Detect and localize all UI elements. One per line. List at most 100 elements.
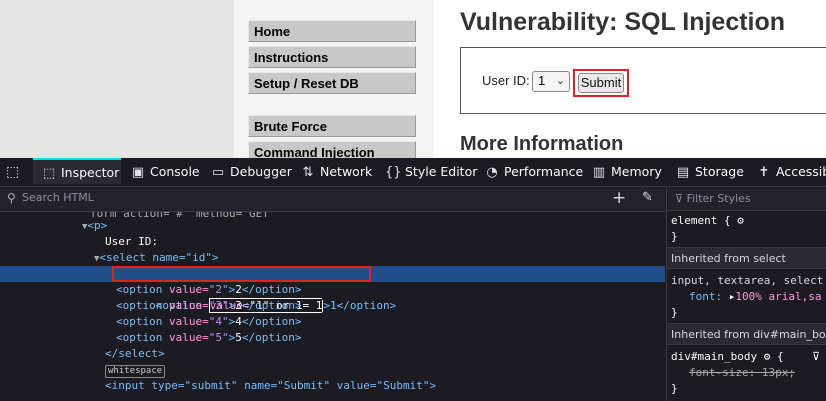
option-value: "4" bbox=[208, 315, 229, 328]
console-icon: ▣ bbox=[131, 165, 145, 180]
tab-inspector[interactable]: ⬚ Inspector bbox=[33, 158, 121, 184]
filter-styles-input[interactable]: ⊽ Filter Styles bbox=[667, 187, 826, 211]
tab-console[interactable]: ▣ Console bbox=[130, 158, 200, 186]
select-close-tag: </select> bbox=[105, 347, 165, 360]
eyedropper-icon[interactable]: ✎ bbox=[642, 190, 653, 205]
select-value: 1 bbox=[538, 73, 546, 88]
font-prop: font: bbox=[689, 290, 723, 303]
rule-fontsize-overridden: font-size: 13px; bbox=[689, 366, 795, 379]
filter-placeholder: Filter Styles bbox=[686, 192, 751, 205]
filter-rule-icon[interactable]: ⊽ bbox=[812, 349, 820, 365]
expand-twisty-icon[interactable]: ▼ bbox=[0, 222, 87, 232]
tab-style-editor[interactable]: {} Style Editor bbox=[385, 158, 477, 186]
search-icon: ⚲ bbox=[7, 191, 16, 205]
menu-setup-reset-db[interactable]: Setup / Reset DB bbox=[248, 72, 416, 94]
submit-button[interactable]: Submit bbox=[578, 73, 624, 93]
tab-storage[interactable]: ▤ Storage bbox=[675, 158, 744, 186]
page-left-margin bbox=[0, 0, 234, 158]
tab-debugger[interactable]: ▭ Debugger bbox=[210, 158, 292, 186]
tab-label: Style Editor bbox=[405, 164, 478, 179]
expand-twisty-icon[interactable]: ▼ bbox=[0, 254, 99, 264]
markup-line-option[interactable]: <option value="3">3</option> bbox=[0, 298, 665, 314]
style-editor-icon: {} bbox=[385, 165, 402, 180]
network-icon: ⇅ bbox=[302, 165, 314, 180]
markup-line-userid[interactable]: User ID: bbox=[0, 234, 665, 250]
tab-label: Memory bbox=[611, 164, 662, 179]
tab-label: Accessibili bbox=[776, 164, 826, 179]
markup-view: form action="#" method="GET" ▼<p> User I… bbox=[0, 212, 665, 401]
font-value: 100% arial,sa bbox=[735, 290, 822, 303]
submit-button-highlight: Submit bbox=[573, 69, 629, 97]
rule-font-decl[interactable]: font: ▸100% arial,sa bbox=[671, 289, 821, 305]
userid-label: User ID: bbox=[482, 73, 530, 88]
markup-line-input[interactable]: <input type="submit" name="Submit" value… bbox=[0, 378, 665, 394]
rule-element-selector: element { bbox=[671, 214, 731, 227]
page-title: Vulnerability: SQL Injection bbox=[460, 8, 786, 36]
inherited-main-header: Inherited from div#main_bod bbox=[667, 323, 826, 345]
userid-select[interactable]: 1 ⌄ bbox=[532, 71, 570, 92]
option-text: 5 bbox=[235, 331, 242, 344]
search-input[interactable]: Search HTML bbox=[22, 191, 94, 204]
html-search-bar: ⚲ Search HTML + ✎ bbox=[0, 187, 665, 212]
select-open-tag: <select name="id"> bbox=[99, 251, 219, 264]
whitespace-badge: whitespace bbox=[105, 365, 166, 378]
option-value: "5" bbox=[208, 331, 229, 344]
markup-line-whitespace[interactable]: whitespace bbox=[0, 362, 665, 378]
rule-close-brace: } bbox=[671, 382, 678, 395]
rule-main-body: div#main_body ⚙ { bbox=[671, 350, 784, 363]
markup-line-option[interactable]: <option value="5">5</option> bbox=[0, 330, 665, 346]
rule-element: element { ⚙ bbox=[671, 213, 744, 229]
devtools-toolbar: ⬚ ⬚ Inspector ▣ Console ▭ Debugger ⇅ Network… bbox=[0, 158, 826, 187]
markup-line-p[interactable]: ▼<p> bbox=[0, 218, 665, 234]
markup-line-select-close[interactable]: </select> bbox=[0, 346, 665, 362]
inherited-select-header: Inherited from select bbox=[667, 247, 826, 269]
option-value: "3" bbox=[208, 299, 229, 312]
rules-panel: ⊽ Filter Styles element { ⚙ } Inherited … bbox=[666, 187, 826, 401]
input-tag: <input type="submit" name="Submit" value… bbox=[105, 379, 437, 392]
markup-line-select[interactable]: ▼<select name="id"> bbox=[0, 250, 665, 266]
p-tag: <p> bbox=[87, 219, 108, 232]
rule-close-brace: } bbox=[671, 230, 678, 243]
accessibility-icon: ✝ bbox=[758, 165, 770, 180]
userid-text: User ID: bbox=[105, 235, 158, 248]
storage-icon: ▤ bbox=[676, 165, 690, 180]
option-value: "2" bbox=[208, 283, 229, 296]
more-information-heading: More Information bbox=[460, 133, 624, 155]
rule-close-brace: } bbox=[671, 306, 678, 319]
menu-instructions[interactable]: Instructions bbox=[248, 46, 416, 68]
tab-network[interactable]: ⇅ Network bbox=[300, 158, 373, 186]
tab-accessibility[interactable]: ✝ Accessibili bbox=[756, 158, 826, 186]
add-node-icon[interactable]: + bbox=[612, 188, 626, 208]
tab-label: Performance bbox=[504, 164, 584, 179]
tab-performance[interactable]: ◔ Performance bbox=[484, 158, 583, 186]
gear-icon[interactable]: ⚙ bbox=[737, 214, 744, 227]
tab-label: Network bbox=[320, 164, 373, 179]
menu-brute-force[interactable]: Brute Force bbox=[248, 115, 416, 137]
menu-command-injection[interactable]: Command Injection bbox=[248, 141, 416, 158]
option-text: 4 bbox=[235, 315, 242, 328]
web-page: Home Instructions Setup / Reset DB Brute… bbox=[0, 0, 826, 158]
tab-label: Inspector bbox=[61, 165, 120, 180]
inspector-icon: ⬚ bbox=[42, 166, 56, 181]
chevron-down-icon: ⌄ bbox=[555, 75, 565, 87]
markup-line-option-selected[interactable]: <option value="1" or 1= 1>1</option> bbox=[0, 266, 665, 313]
tab-label: Debugger bbox=[230, 164, 292, 179]
markup-line-option[interactable]: <option value="4">4</option> bbox=[0, 314, 665, 330]
main-body-selector: div#main_body bbox=[671, 350, 758, 363]
tab-label: Storage bbox=[695, 164, 744, 179]
tab-label: Console bbox=[150, 164, 200, 179]
option-text: 3 bbox=[235, 299, 242, 312]
menu-home[interactable]: Home bbox=[248, 20, 416, 42]
gear-icon[interactable]: ⚙ bbox=[764, 350, 771, 363]
element-picker-icon[interactable]: ⬚ bbox=[6, 163, 24, 181]
performance-icon: ◔ bbox=[486, 165, 498, 180]
devtools-panel: ⬚ ⬚ Inspector ▣ Console ▭ Debugger ⇅ Network… bbox=[0, 158, 826, 401]
memory-icon: ▥ bbox=[592, 165, 606, 180]
rule-selector-inputs: input, textarea, select bbox=[671, 274, 824, 287]
tab-memory[interactable]: ▥ Memory bbox=[591, 158, 662, 186]
selected-option-highlight bbox=[112, 266, 371, 282]
option-text: 2 bbox=[235, 283, 242, 296]
markup-line-option[interactable]: <option value="2">2</option> bbox=[0, 282, 665, 298]
filter-icon: ⊽ bbox=[675, 192, 687, 205]
debugger-icon: ▭ bbox=[211, 165, 225, 180]
